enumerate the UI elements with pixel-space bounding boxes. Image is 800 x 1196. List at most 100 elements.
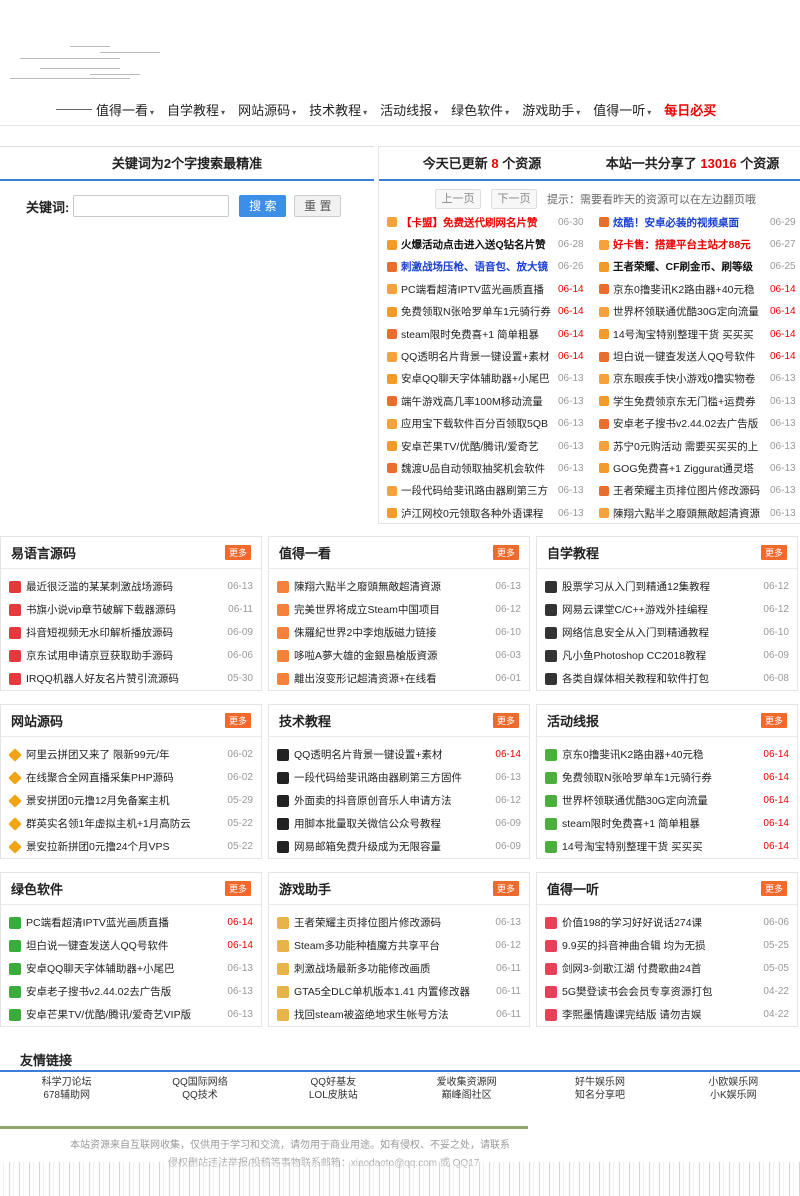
list-item-title[interactable]: 免费领取N张哈罗单车1元骑行券 (562, 770, 757, 785)
nav-item[interactable]: 值得一听 ▾ (593, 100, 651, 119)
friend-link[interactable]: 小欧娱乐网 (667, 1076, 800, 1089)
friend-link[interactable]: QQ国际网络 (133, 1076, 266, 1089)
list-item-title[interactable]: 阿里云拼团又来了 限新99元/年 (26, 747, 221, 762)
list-item-title[interactable]: Steam多功能种植魔方共享平台 (294, 938, 489, 953)
list-item-title[interactable]: 一段代码给斐讯路由器刷第三方固件 (294, 770, 489, 785)
resource-item[interactable]: QQ透明名片背景一键设置+素材 06-14 (387, 345, 593, 367)
more-button[interactable]: 更多 (492, 545, 519, 560)
list-item-title[interactable]: 网络信息安全从入门到精通教程 (562, 625, 757, 640)
list-item-title[interactable]: 坦白说一键查发送人QQ号软件 (26, 938, 221, 953)
list-item[interactable]: 刺激战场最新多功能修改画质 06-11 (277, 957, 521, 980)
list-item-title[interactable]: IRQQ机器人好友名片赞引流源码 (26, 671, 221, 686)
list-item[interactable]: 在线聚合全网直播采集PHP源码 06-02 (8, 766, 253, 789)
list-item[interactable]: 免费领取N张哈罗单车1元骑行券 06-14 (545, 766, 789, 789)
list-item[interactable]: Steam多功能种植魔方共享平台 06-12 (277, 934, 521, 957)
resource-item[interactable]: 安卓老子搜书v2.44.02去广告版 06-13 (599, 413, 800, 435)
resource-title[interactable]: 端午游戏高几率100M移动流量 (401, 394, 555, 409)
resource-item[interactable]: 苏宁0元购活动 需要买买买的上 06-13 (599, 435, 800, 457)
list-item[interactable]: 安卓芒果TV/优酷/腾讯/爱奇艺VIP版 06-13 (9, 1003, 253, 1026)
list-item-title[interactable]: 侏羅紀世界2中李炮版磁力链接 (294, 625, 489, 640)
list-item-title[interactable]: 股票学习从入门到精通12集教程 (562, 579, 757, 594)
resource-item[interactable]: 免费领取N张哈罗单车1元骑行券 06-14 (387, 301, 593, 323)
resource-title[interactable]: 刺激战场压枪、语音包、放大镜 (401, 259, 555, 274)
list-item[interactable]: 凡小鱼Photoshop CC2018教程 06-09 (545, 644, 789, 667)
resource-title[interactable]: 安卓QQ聊天字体辅助器+小尾巴 (401, 371, 555, 386)
resource-title[interactable]: 京东0撸斐讯K2路由器+40元稳 (613, 282, 767, 297)
list-item[interactable]: 价值198的学习好好说话274课 06-06 (545, 911, 789, 934)
nav-item[interactable]: 绿色软件 ▾ (451, 100, 509, 119)
nav-item[interactable]: 自学教程 ▾ (167, 100, 225, 119)
friend-link[interactable]: 小K娱乐网 (667, 1089, 800, 1102)
list-item[interactable]: 股票学习从入门到精通12集教程 06-12 (545, 575, 789, 598)
list-item-title[interactable]: 各类自媒体相关教程和软件打包 (562, 671, 757, 686)
resource-title[interactable]: 王者荣耀主页排位图片修改源码 (613, 483, 767, 498)
category-title[interactable]: 易语言源码 (11, 543, 76, 562)
category-title[interactable]: 活动线报 (547, 711, 599, 730)
list-item-title[interactable]: 世界杯领联通优酷30G定向流量 (562, 793, 757, 808)
list-item[interactable]: 网易邮箱免费升级成为无限容量 06-09 (277, 835, 521, 858)
nav-item[interactable]: 网站源码 ▾ (238, 100, 296, 119)
category-title[interactable]: 技术教程 (279, 711, 331, 730)
resource-item[interactable]: 坦白说一键查发送人QQ号软件 06-14 (599, 345, 800, 367)
list-item[interactable]: 王者荣耀主页排位图片修改源码 06-13 (277, 911, 521, 934)
list-item[interactable]: 京东试用申请京豆获取助手源码 06-06 (9, 644, 253, 667)
list-item[interactable]: 安卓老子搜书v2.44.02去广告版 06-13 (9, 980, 253, 1003)
resource-item[interactable]: 京东0撸斐讯K2路由器+40元稳 06-14 (599, 278, 800, 300)
list-item[interactable]: 離出沒变形记超清资源+在线看 06-01 (277, 667, 521, 690)
resource-title[interactable]: 炫酷！安卓必装的视频桌面 (613, 215, 767, 230)
list-item[interactable]: 找回steam被盗绝地求生帐号方法 06-11 (277, 1003, 521, 1026)
resource-item[interactable]: 魏渡U品自动领取抽奖机会软件 06-13 (387, 457, 593, 479)
resource-title[interactable]: 学生免费领京东无门槛+运费券 (613, 394, 767, 409)
resource-title[interactable]: steam限时免费喜+1 简单粗暴 (401, 327, 555, 342)
resource-title[interactable]: 世界杯领联通优酷30G定向流量 (613, 304, 767, 319)
nav-item[interactable]: 值得一看 ▾ (96, 100, 154, 119)
list-item[interactable]: 景安拼团0元撸12月免备案主机 05-29 (8, 789, 253, 812)
resource-title[interactable]: 坦白说一键查发送人QQ号软件 (613, 349, 767, 364)
list-item-title[interactable]: 网易邮箱免费升级成为无限容量 (294, 839, 489, 854)
next-page-button[interactable]: 下一页 (491, 189, 537, 209)
resource-title[interactable]: 陳翔六點半之廢頭無敵超清資源 (613, 506, 767, 521)
list-item[interactable]: steam限时免费喜+1 简单粗暴 06-14 (545, 812, 789, 835)
friend-link[interactable]: QQ好基友 (267, 1076, 400, 1089)
resource-item[interactable]: 王者荣耀主页排位图片修改源码 06-13 (599, 480, 800, 502)
resource-title[interactable]: 京东眼疾手快小游戏0撸实物卷 (613, 371, 767, 386)
list-item-title[interactable]: 抖音短视频无水印解析播放源码 (26, 625, 221, 640)
resource-title[interactable]: 应用宝下载软件百分百领取5QB (401, 416, 555, 431)
list-item-title[interactable]: 14号淘宝特别整理干货 买买买 (562, 839, 757, 854)
list-item[interactable]: 阿里云拼团又来了 限新99元/年 06-02 (8, 743, 253, 766)
list-item-title[interactable]: 安卓QQ聊天字体辅助器+小尾巴 (26, 961, 221, 976)
list-item-title[interactable]: 京东0撸斐讯K2路由器+40元稳 (562, 747, 757, 762)
list-item-title[interactable]: 找回steam被盗绝地求生帐号方法 (294, 1007, 490, 1022)
resource-item[interactable]: 学生免费领京东无门槛+运费券 06-13 (599, 390, 800, 412)
resource-item[interactable]: 王者荣耀、CF刷金币、刷等级 06-25 (599, 256, 800, 278)
list-item-title[interactable]: 刺激战场最新多功能修改画质 (294, 961, 490, 976)
list-item-title[interactable]: 陳翔六點半之廢頭無敵超清資源 (294, 579, 489, 594)
nav-item[interactable]: 技术教程 ▾ (309, 100, 367, 119)
list-item[interactable]: IRQQ机器人好友名片赞引流源码 05-30 (9, 667, 253, 690)
category-title[interactable]: 自学教程 (547, 543, 599, 562)
resource-item[interactable]: 14号淘宝特别整理干货 买买买 06-14 (599, 323, 800, 345)
list-item-title[interactable]: 外面卖的抖音原创音乐人申请方法 (294, 793, 489, 808)
logo[interactable] (0, 28, 180, 98)
list-item-title[interactable]: 景安拼团0元撸12月免备案主机 (26, 793, 221, 808)
keyword-input[interactable] (73, 195, 230, 217)
list-item-title[interactable]: 完美世界将成立Steam中国项目 (294, 602, 489, 617)
resource-title[interactable]: 免费领取N张哈罗单车1元骑行券 (401, 304, 555, 319)
list-item-title[interactable]: 景安拉新拼团0元撸24个月VPS (26, 839, 221, 854)
list-item[interactable]: 哆啦A夢大雄的金銀島槍版資源 06-03 (277, 644, 521, 667)
resource-item[interactable]: 世界杯领联通优酷30G定向流量 06-14 (599, 301, 800, 323)
resource-item[interactable]: 炫酷！安卓必装的视频桌面 06-29 (599, 211, 800, 233)
list-item[interactable]: QQ透明名片背景一键设置+素材 06-14 (277, 743, 521, 766)
resource-title[interactable]: 【卡盟】免费送代刷网名片赞 (401, 215, 555, 230)
list-item-title[interactable]: 用脚本批量取关微信公众号教程 (294, 816, 489, 831)
resource-item[interactable]: 陳翔六點半之廢頭無敵超清資源 06-13 (599, 502, 800, 524)
list-item[interactable]: 网络信息安全从入门到精通教程 06-10 (545, 621, 789, 644)
friend-link[interactable]: 爱收集资源网 (400, 1076, 533, 1089)
reset-button[interactable]: 重 置 (294, 195, 342, 217)
list-item[interactable]: 14号淘宝特别整理干货 买买买 06-14 (545, 835, 789, 858)
list-item[interactable]: 外面卖的抖音原创音乐人申请方法 06-12 (277, 789, 521, 812)
list-item[interactable]: 一段代码给斐讯路由器刷第三方固件 06-13 (277, 766, 521, 789)
list-item-title[interactable]: 价值198的学习好好说话274课 (562, 915, 757, 930)
list-item[interactable]: 抖音短视频无水印解析播放源码 06-09 (9, 621, 253, 644)
more-button[interactable]: 更多 (492, 713, 519, 728)
